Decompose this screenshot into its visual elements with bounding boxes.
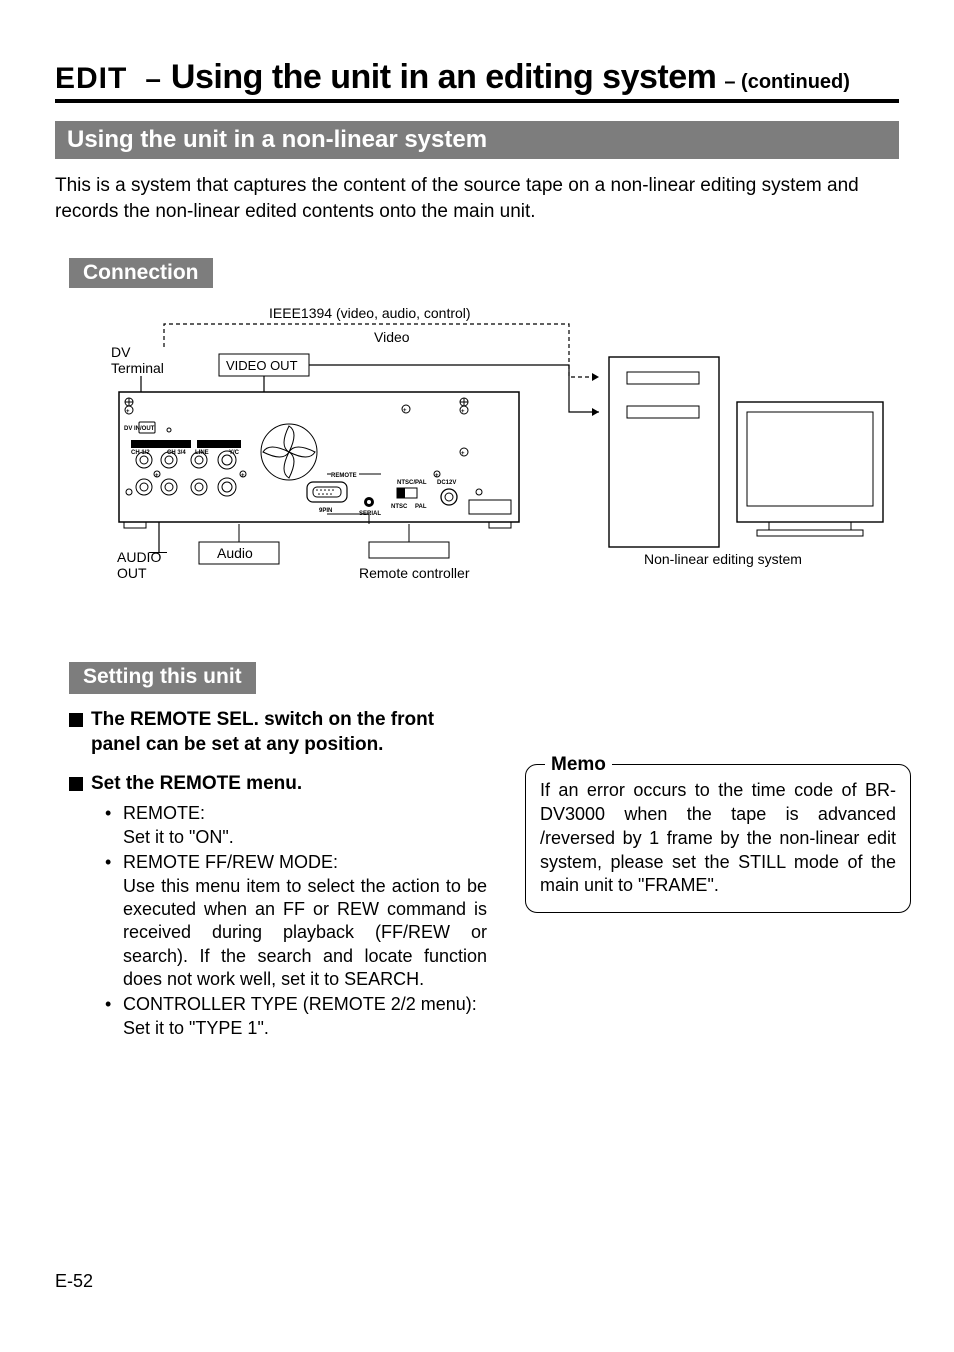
svg-text:+: +: [403, 408, 407, 414]
dv-terminal-label-1: DV: [111, 344, 131, 360]
svg-text:+: +: [435, 473, 439, 479]
svg-text:CH 3/4: CH 3/4: [167, 450, 186, 456]
set-remote-heading: Set the REMOTE menu.: [69, 772, 469, 797]
square-bullet-icon: [69, 777, 83, 791]
square-bullet-icon: [69, 713, 83, 727]
remote-sel-heading: The REMOTE SEL. switch on the front pane…: [69, 708, 469, 757]
svg-text:+: +: [461, 451, 465, 457]
section-bar: Using the unit in a non-linear system: [55, 121, 899, 159]
chapter-title: EDIT – Using the unit in an editing syst…: [55, 58, 899, 103]
svg-text:+: +: [461, 409, 465, 415]
intro-paragraph: This is a system that captures the conte…: [55, 173, 899, 224]
chapter-main: Using the unit in an editing system: [171, 58, 716, 97]
nls-icon: [609, 357, 883, 547]
remote-controller-label: Remote controller: [359, 565, 470, 581]
memo-box: Memo If an error occurs to the time code…: [525, 742, 911, 913]
memo-title: Memo: [545, 754, 612, 776]
video-label: Video: [374, 329, 410, 345]
ieee-label: IEEE1394 (video, audio, control): [269, 305, 471, 321]
svg-text:PAL: PAL: [415, 504, 427, 510]
remote-menu-list: REMOTE: Set it to "ON". REMOTE FF/REW MO…: [107, 802, 487, 1040]
list-item: REMOTE FF/REW MODE: Use this menu item t…: [107, 851, 487, 991]
connection-diagram: IEEE1394 (video, audio, control) Video V…: [69, 302, 899, 622]
svg-text:+: +: [126, 409, 130, 415]
dash: –: [145, 63, 161, 95]
svg-text:NTSC: NTSC: [391, 504, 408, 510]
svg-text:9PIN: 9PIN: [319, 508, 332, 514]
connection-tag: Connection: [69, 258, 213, 288]
memo-body: If an error occurs to the time code of B…: [540, 780, 896, 895]
audio-out-label-2: OUT: [117, 565, 147, 581]
svg-text:REMOTE: REMOTE: [331, 473, 357, 479]
list-item: REMOTE: Set it to "ON".: [107, 802, 487, 849]
video-out-label: VIDEO OUT: [226, 358, 298, 373]
chapter-suffix: – (continued): [724, 71, 850, 94]
nls-label: Non-linear editing system: [644, 551, 802, 567]
svg-text:NTSC/PAL: NTSC/PAL: [397, 480, 427, 486]
audio-out-label-1: AUDIO: [117, 549, 161, 565]
rear-panel-icon: + + DV IN/OUT AUDIO CH 1/2 CH 3/4 +: [119, 392, 519, 528]
svg-text:+: +: [155, 473, 159, 479]
svg-text:DC12V: DC12V: [437, 480, 456, 486]
dv-terminal-label-2: Terminal: [111, 360, 164, 376]
list-item: CONTROLLER TYPE (REMOTE 2/2 menu): Set i…: [107, 993, 487, 1040]
chapter-prefix: EDIT: [55, 62, 127, 96]
page-number: E-52: [55, 1271, 93, 1292]
audio-label: Audio: [217, 545, 253, 561]
svg-text:VIDEO: VIDEO: [203, 443, 222, 449]
svg-text:AUDIO: AUDIO: [143, 443, 163, 449]
svg-text:+: +: [241, 473, 245, 479]
setting-tag: Setting this unit: [69, 662, 256, 694]
page: EDIT – Using the unit in an editing syst…: [0, 0, 954, 1352]
